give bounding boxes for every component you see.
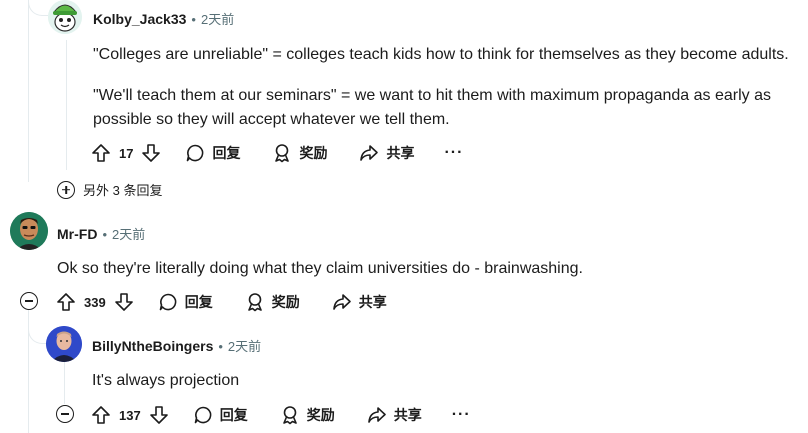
author-name[interactable]: BillyNtheBoingers — [92, 338, 213, 354]
upvote-icon — [57, 293, 75, 311]
meta-separator: • — [102, 227, 107, 242]
award-icon — [282, 406, 297, 425]
upvote-button[interactable] — [91, 143, 111, 163]
share-button[interactable]: 共享 — [359, 143, 414, 163]
vote-count: 339 — [84, 294, 106, 310]
timestamp[interactable]: 2天前 — [228, 336, 261, 355]
more-options-button[interactable]: ··· — [444, 144, 463, 162]
comment-bubble-icon — [187, 144, 204, 162]
share-icon — [367, 407, 386, 423]
author-name[interactable]: Kolby_Jack33 — [93, 11, 186, 27]
share-label: 共享 — [358, 294, 387, 310]
comment-actions: 17 回复 奖励 共享 ··· — [91, 139, 463, 167]
photo-man-avatar-icon — [46, 326, 82, 362]
comment-bubble-icon — [194, 406, 212, 424]
snoo-green-hat-avatar-icon — [48, 0, 82, 34]
author-name[interactable]: Mr-FD — [57, 226, 97, 242]
avatar[interactable] — [10, 212, 48, 250]
comment-actions: 137 回复 奖励 共享 ··· — [91, 401, 471, 429]
downvote-button[interactable] — [149, 405, 169, 425]
downvote-icon — [142, 144, 161, 162]
award-label: 奖励 — [306, 407, 335, 423]
cartoon-man-avatar-icon — [10, 212, 48, 250]
comment-paragraph: Ok so they're literally doing what they … — [57, 260, 583, 277]
share-button[interactable]: 共享 — [367, 405, 422, 425]
comment-bubble-icon — [159, 293, 177, 311]
award-label: 奖励 — [299, 145, 328, 161]
thread-connector — [28, 320, 48, 344]
comment-meta: Kolby_Jack33 • 2天前 — [93, 9, 234, 28]
share-icon — [360, 145, 379, 161]
share-label: 共享 — [393, 407, 422, 423]
thread-line — [28, 0, 29, 182]
upvote-icon — [92, 144, 110, 162]
more-replies-label: 另外 3 条回复 — [83, 183, 163, 198]
reply-label: 回复 — [212, 145, 241, 161]
comment-meta: BillyNtheBoingers • 2天前 — [92, 336, 261, 355]
award-label: 奖励 — [271, 294, 300, 310]
award-button[interactable]: 奖励 — [245, 292, 300, 312]
collapse-thread-button[interactable] — [20, 292, 38, 310]
award-icon — [275, 144, 290, 163]
award-icon — [247, 293, 262, 312]
award-button[interactable]: 奖励 — [272, 143, 327, 163]
meta-separator: • — [218, 339, 223, 354]
upvote-button[interactable] — [91, 405, 111, 425]
reply-button[interactable]: 回复 — [193, 405, 248, 425]
avatar[interactable] — [48, 0, 82, 34]
comment-paragraph: "Colleges are unreliable" = colleges tea… — [93, 46, 789, 63]
reply-label: 回复 — [219, 407, 248, 423]
more-replies-button[interactable]: 另外 3 条回复 — [57, 180, 162, 199]
comment-paragraph: It's always projection — [92, 372, 240, 389]
reply-button[interactable]: 回复 — [158, 292, 213, 312]
more-options-button[interactable]: ··· — [452, 406, 471, 424]
avatar[interactable] — [46, 326, 82, 362]
downvote-icon — [114, 293, 133, 311]
thread-line — [66, 40, 67, 170]
share-label: 共享 — [386, 145, 415, 161]
timestamp[interactable]: 2天前 — [201, 9, 234, 28]
meta-separator: • — [191, 12, 196, 27]
thread-line — [64, 362, 65, 404]
vote-count: 137 — [119, 407, 141, 423]
comment-actions: 339 回复 奖励 共享 — [56, 288, 387, 316]
collapse-thread-button[interactable] — [56, 405, 74, 423]
minus-icon — [61, 413, 69, 415]
comment-meta: Mr-FD • 2天前 — [57, 224, 145, 243]
plus-circle-icon — [57, 180, 75, 199]
share-icon — [332, 294, 351, 310]
timestamp[interactable]: 2天前 — [112, 224, 145, 243]
reply-label: 回复 — [184, 294, 213, 310]
comment-paragraph: "We'll teach them at our seminars" = we … — [93, 87, 771, 128]
upvote-button[interactable] — [56, 292, 76, 312]
share-button[interactable]: 共享 — [332, 292, 387, 312]
upvote-icon — [92, 406, 110, 424]
downvote-icon — [149, 406, 168, 424]
downvote-button[interactable] — [114, 292, 134, 312]
vote-count: 17 — [119, 145, 134, 161]
minus-icon — [25, 300, 33, 302]
thread-connector — [28, 0, 48, 16]
award-button[interactable]: 奖励 — [280, 405, 335, 425]
reply-button[interactable]: 回复 — [185, 143, 240, 163]
downvote-button[interactable] — [141, 143, 161, 163]
